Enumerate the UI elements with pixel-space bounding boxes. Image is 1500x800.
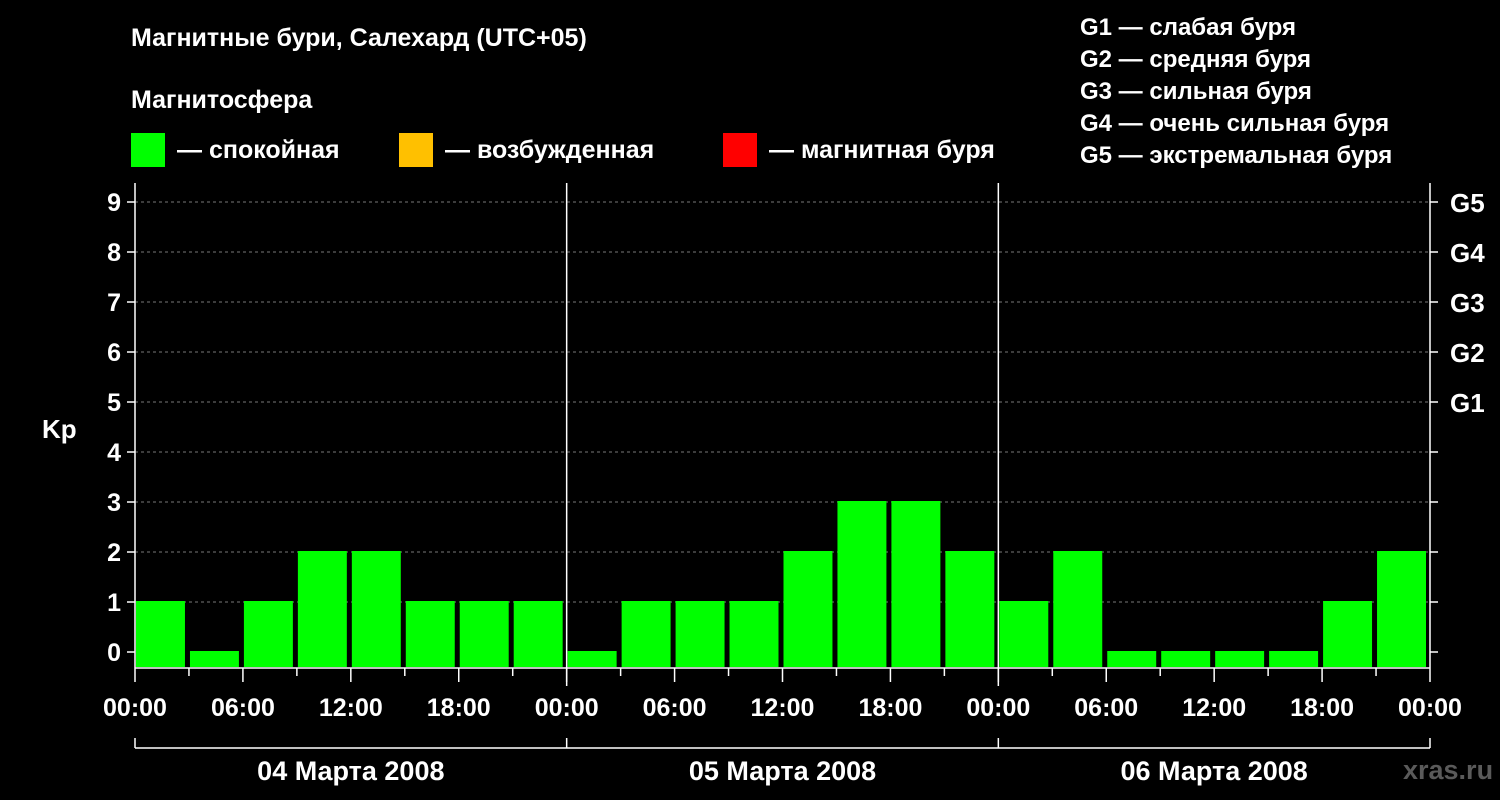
kp-bar	[1269, 651, 1319, 667]
kp-bar	[1215, 651, 1265, 667]
kp-bar	[999, 601, 1049, 667]
y-tick-label: 7	[107, 289, 121, 317]
kp-bar	[1323, 601, 1373, 667]
x-tick-label: 06:00	[643, 694, 707, 722]
kp-bar	[136, 601, 185, 667]
y-tick-label: 1	[107, 589, 121, 617]
x-tick-label: 12:00	[1182, 694, 1246, 722]
kp-bar	[189, 651, 239, 667]
g-scale-label: G3	[1450, 288, 1485, 318]
kp-bar	[1161, 651, 1211, 667]
kp-bar	[1377, 551, 1426, 667]
watermark: xras.ru	[1403, 755, 1494, 785]
kp-bar	[567, 651, 617, 667]
date-label: 04 Марта 2008	[257, 756, 444, 786]
kp-bar	[351, 551, 401, 667]
date-label: 05 Марта 2008	[689, 756, 876, 786]
kp-bar	[513, 601, 563, 667]
y-tick-label: 6	[107, 339, 121, 367]
y-axis-title: Kp	[42, 414, 77, 444]
x-tick-label: 00:00	[103, 694, 167, 722]
g-scale-label: G5	[1450, 188, 1485, 218]
g-scale-label: G4	[1450, 238, 1485, 268]
y-tick-label: 3	[107, 489, 121, 517]
y-tick-label: 2	[107, 539, 121, 567]
x-tick-label: 06:00	[1074, 694, 1138, 722]
kp-bar	[891, 501, 941, 667]
x-tick-label: 12:00	[751, 694, 815, 722]
kp-bar	[783, 551, 833, 667]
kp-bar	[837, 501, 887, 667]
x-tick-label: 06:00	[211, 694, 275, 722]
kp-bar	[945, 551, 995, 667]
x-tick-label: 12:00	[319, 694, 383, 722]
g-scale-label: G1	[1450, 388, 1485, 418]
x-tick-label: 00:00	[535, 694, 599, 722]
y-tick-label: 0	[107, 639, 121, 667]
date-label: 06 Марта 2008	[1121, 756, 1308, 786]
kp-bar-chart: 0 1 2 3 4 5 6 7 8 9 G1 G2 G3 G4 G5 Kp 00:00 06:00 12:00 18:…	[42, 183, 1485, 786]
kp-bar	[621, 601, 671, 667]
x-tick-label: 18:00	[1290, 694, 1354, 722]
kp-bar	[459, 601, 509, 667]
kp-bar	[1107, 651, 1157, 667]
x-tick-label: 18:00	[858, 694, 922, 722]
g-scale-label: G2	[1450, 338, 1485, 368]
x-tick-label: 18:00	[427, 694, 491, 722]
kp-bar	[1053, 551, 1103, 667]
y-tick-label: 5	[107, 389, 121, 417]
y-tick-label: 8	[107, 239, 121, 267]
kp-bar	[729, 601, 779, 667]
x-tick-label: 00:00	[1398, 694, 1462, 722]
kp-bar	[675, 601, 725, 667]
y-tick-label: 9	[107, 189, 121, 217]
kp-bar	[297, 551, 347, 667]
x-tick-label: 00:00	[966, 694, 1030, 722]
kp-bar	[405, 601, 455, 667]
y-tick-label: 4	[107, 439, 121, 467]
kp-bar	[243, 601, 293, 667]
